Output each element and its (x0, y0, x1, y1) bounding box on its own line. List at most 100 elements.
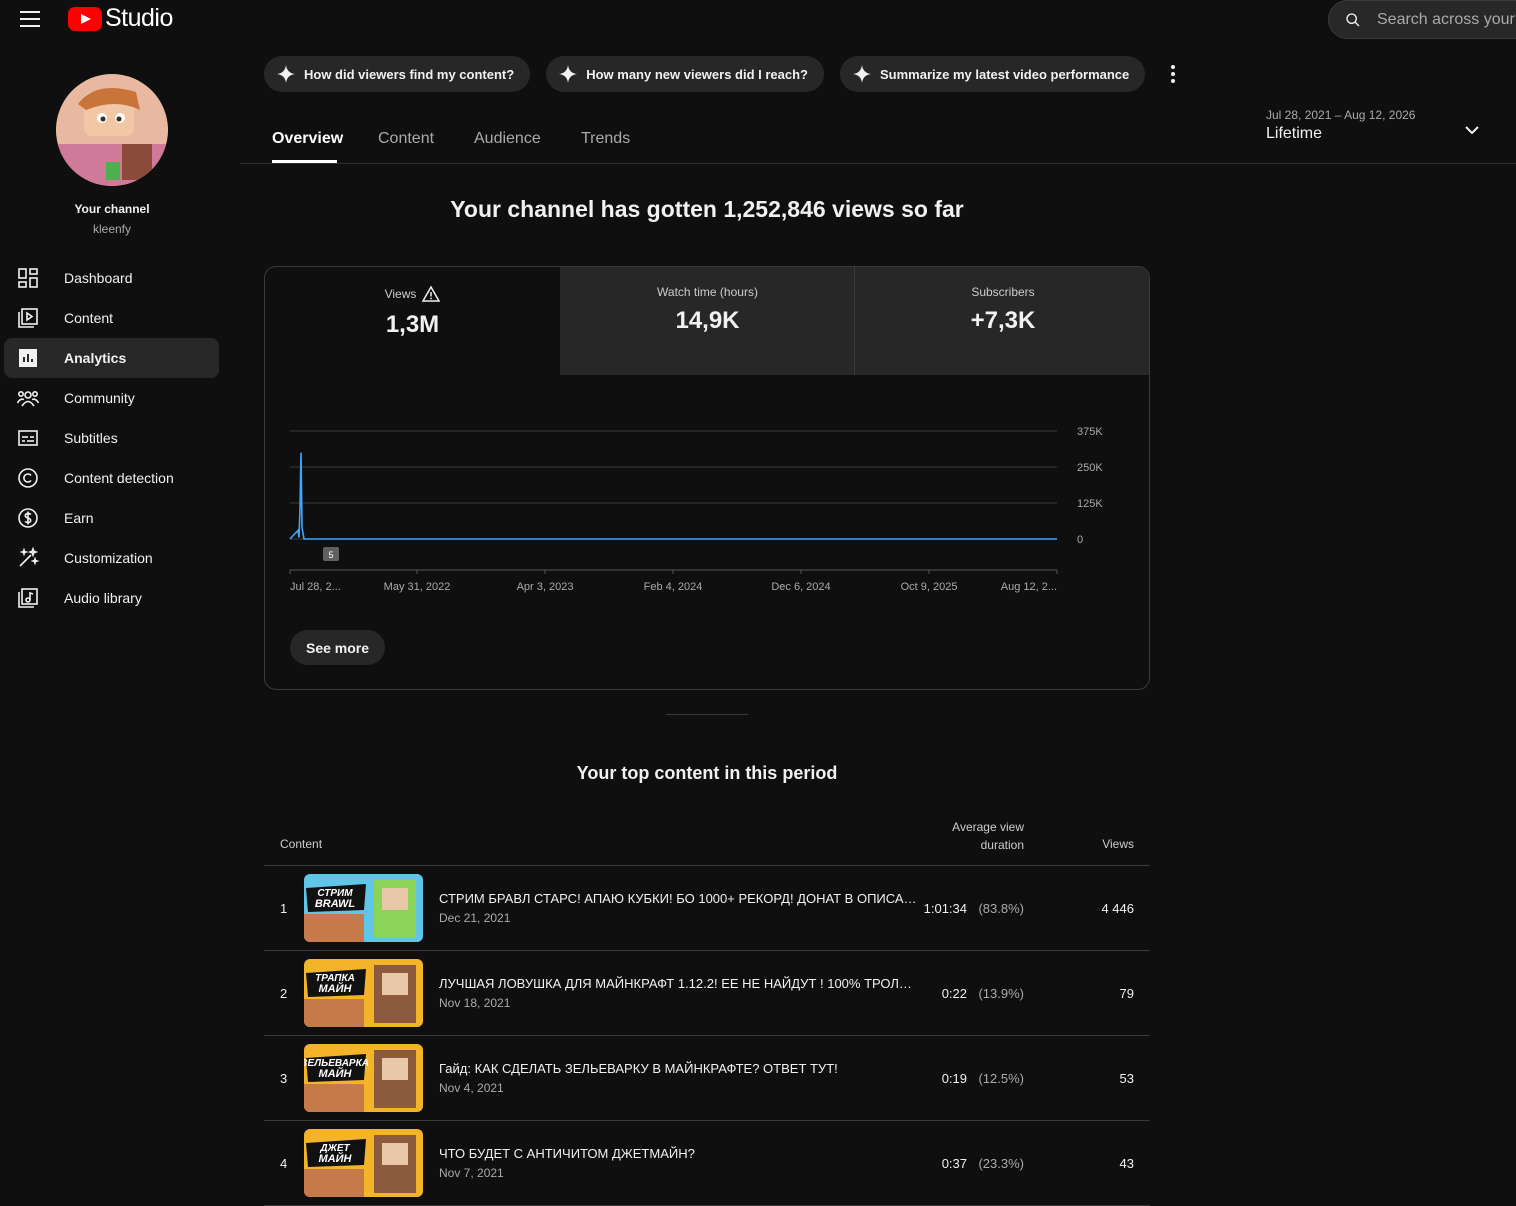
video-thumbnail[interactable]: СТРИМ BRAWL (304, 874, 423, 942)
community-icon (16, 386, 40, 410)
metrics-card: Views 1,3M Watch time (hours) 14,9K Subs… (264, 266, 1150, 690)
sidebar-item-audio-library[interactable]: Audio library (4, 578, 219, 618)
search-box[interactable] (1328, 0, 1516, 39)
sidebar-item-content[interactable]: Content (4, 298, 219, 338)
table-row[interactable]: 2 ТРАПКА МАЙН ЛУЧШАЯ ЛОВУШКА ДЛЯ МАЙНКРАФТ … (264, 951, 1150, 1036)
video-views: 43 (1119, 1156, 1134, 1171)
top-bar: Studio (0, 0, 1516, 39)
x-tick-label: Aug 12, 2... (1001, 581, 1057, 593)
sidebar-item-label: Subtitles (64, 430, 118, 446)
row-rank: 4 (280, 1156, 288, 1171)
x-tick-label: Dec 6, 2024 (771, 581, 830, 593)
avg-view-percentage: (23.3%) (978, 1156, 1024, 1171)
see-more-button[interactable]: See more (290, 630, 386, 665)
sidebar-item-label: Customization (64, 550, 153, 566)
column-header-avd[interactable]: Average view duration (924, 818, 1024, 854)
tab-overview[interactable]: Overview (272, 130, 343, 148)
row-rank: 2 (280, 986, 288, 1001)
more-options-icon[interactable] (1163, 62, 1183, 86)
table-row[interactable]: 3 ЗЕЛЬЕВАРКА МАЙН Гайд: КАК СДЕЛАТЬ ЗЕЛЬЕВА… (264, 1036, 1150, 1121)
column-header-avd-line2: duration (980, 838, 1024, 852)
channel-avatar[interactable] (56, 74, 168, 186)
video-thumbnail[interactable]: ЗЕЛЬЕВАРКА МАЙН (304, 1044, 423, 1112)
chip-new-viewers[interactable]: How many new viewers did I reach? (546, 56, 824, 92)
tab-content[interactable]: Content (378, 130, 434, 148)
sidebar-item-label: Community (64, 390, 135, 406)
metric-views[interactable]: Views 1,3M (265, 267, 560, 375)
sidebar-item-label: Analytics (64, 350, 127, 366)
youtube-logo-icon (68, 6, 102, 31)
video-title[interactable]: СТРИМ БРАВЛ СТАРС! АПАЮ КУБКИ! БО 1000+ … (439, 891, 917, 906)
chip-label: How did viewers find my content? (304, 66, 515, 82)
magic-wand-icon (16, 546, 40, 570)
section-divider (666, 714, 748, 715)
avg-view-duration: 0:22 (941, 986, 967, 1001)
chip-summarize-latest[interactable]: Summarize my latest video performance (840, 56, 1146, 92)
sparkle-icon (853, 65, 871, 83)
top-content-title: Your top content in this period (576, 763, 838, 783)
annotation-label: 5 (328, 550, 333, 560)
metric-label: Watch time (hours) (657, 285, 758, 299)
sidebar-item-customization[interactable]: Customization (4, 538, 219, 578)
avg-view-duration: 0:19 (941, 1071, 967, 1086)
thumbnail-text: МАЙН (319, 1152, 353, 1165)
tab-audience[interactable]: Audience (474, 130, 541, 148)
analytics-icon (16, 346, 40, 370)
sidebar-item-content-detection[interactable]: Content detection (4, 458, 219, 498)
column-header-content: Content (280, 837, 323, 851)
video-title[interactable]: Гайд: КАК СДЕЛАТЬ ЗЕЛЬЕВАРКУ В МАЙНКРАФТ… (439, 1061, 917, 1076)
video-title[interactable]: ЛУЧШАЯ ЛОВУШКА ДЛЯ МАЙНКРАФТ 1.12.2! ЕЕ … (439, 976, 917, 991)
studio-logo[interactable]: Studio (68, 4, 173, 33)
table-row[interactable]: 4 ДЖЕТ МАЙН ЧТО БУДЕТ С АНТИЧИТОМ ДЖЕТМАЙН?… (264, 1121, 1150, 1206)
chevron-down-icon (1465, 126, 1479, 135)
tab-trends[interactable]: Trends (581, 130, 630, 148)
avg-view-duration: 0:37 (941, 1156, 967, 1171)
thumbnail-text: BRAWL (315, 898, 356, 910)
video-views: 4 446 (1101, 901, 1134, 916)
page-headline: Your channel has gotten 1,252,846 views … (450, 196, 964, 222)
warning-icon[interactable] (422, 285, 441, 303)
video-views: 79 (1119, 986, 1134, 1001)
y-tick-label: 250K (1077, 462, 1103, 474)
x-tick-label: May 31, 2022 (384, 581, 451, 593)
avg-view-percentage: (12.5%) (978, 1071, 1024, 1086)
sidebar-item-subtitles[interactable]: Subtitles (4, 418, 219, 458)
views-chart: 375K 250K 125K 0 Jul 28, 2... May 31, 2022 Apr… (289, 426, 1103, 593)
x-tick-label: Jul 28, 2... (290, 581, 341, 593)
video-thumbnail[interactable]: ТРАПКА МАЙН (304, 959, 423, 1027)
avg-view-duration: 1:01:34 (923, 901, 967, 916)
search-input[interactable] (1377, 10, 1516, 29)
video-thumbnail[interactable]: ДЖЕТ МАЙН (304, 1129, 423, 1197)
dashboard-icon (16, 266, 40, 290)
metric-watch-time[interactable]: Watch time (hours) 14,9K (560, 267, 855, 375)
sidebar-item-analytics[interactable]: Analytics (4, 338, 219, 378)
table-row[interactable]: 1 СТРИМ BRAWL СТРИМ БРАВЛ СТАРС! АПАЮ КУБКИ… (264, 866, 1150, 951)
active-tab-indicator (272, 160, 337, 163)
sidebar-item-dashboard[interactable]: Dashboard (4, 258, 219, 298)
channel-handle: kleenfy (92, 222, 132, 236)
metric-subscribers[interactable]: Subscribers +7,3K (855, 267, 1149, 375)
chip-label: How many new viewers did I reach? (586, 66, 808, 82)
row-rank: 1 (280, 901, 288, 916)
avg-view-percentage: (83.8%) (978, 901, 1024, 916)
chip-label: Summarize my latest video performance (880, 66, 1130, 82)
menu-icon[interactable] (20, 11, 40, 27)
dollar-icon (16, 506, 40, 530)
x-tick-label: Oct 9, 2025 (901, 581, 958, 593)
channel-title: Your channel (74, 202, 150, 216)
sidebar-item-earn[interactable]: Earn (4, 498, 219, 538)
y-tick-label: 125K (1077, 498, 1103, 510)
avg-view-percentage: (13.9%) (978, 986, 1024, 1001)
metric-value: 1,3M (385, 311, 440, 338)
date-range-picker[interactable]: Jul 28, 2021 – Aug 12, 2026 Lifetime (1266, 108, 1496, 152)
column-header-views[interactable]: Views (1102, 837, 1134, 851)
row-rank: 3 (280, 1071, 288, 1086)
metric-label: Subscribers (971, 285, 1035, 299)
video-title[interactable]: ЧТО БУДЕТ С АНТИЧИТОМ ДЖЕТМАЙН? (439, 1146, 917, 1161)
x-tick-label: Feb 4, 2024 (644, 581, 703, 593)
sidebar-item-community[interactable]: Community (4, 378, 219, 418)
video-date: Nov 18, 2021 (439, 996, 511, 1010)
y-tick-label: 0 (1077, 534, 1083, 546)
chip-viewers-find-content[interactable]: How did viewers find my content? (264, 56, 531, 92)
video-views: 53 (1119, 1071, 1134, 1086)
